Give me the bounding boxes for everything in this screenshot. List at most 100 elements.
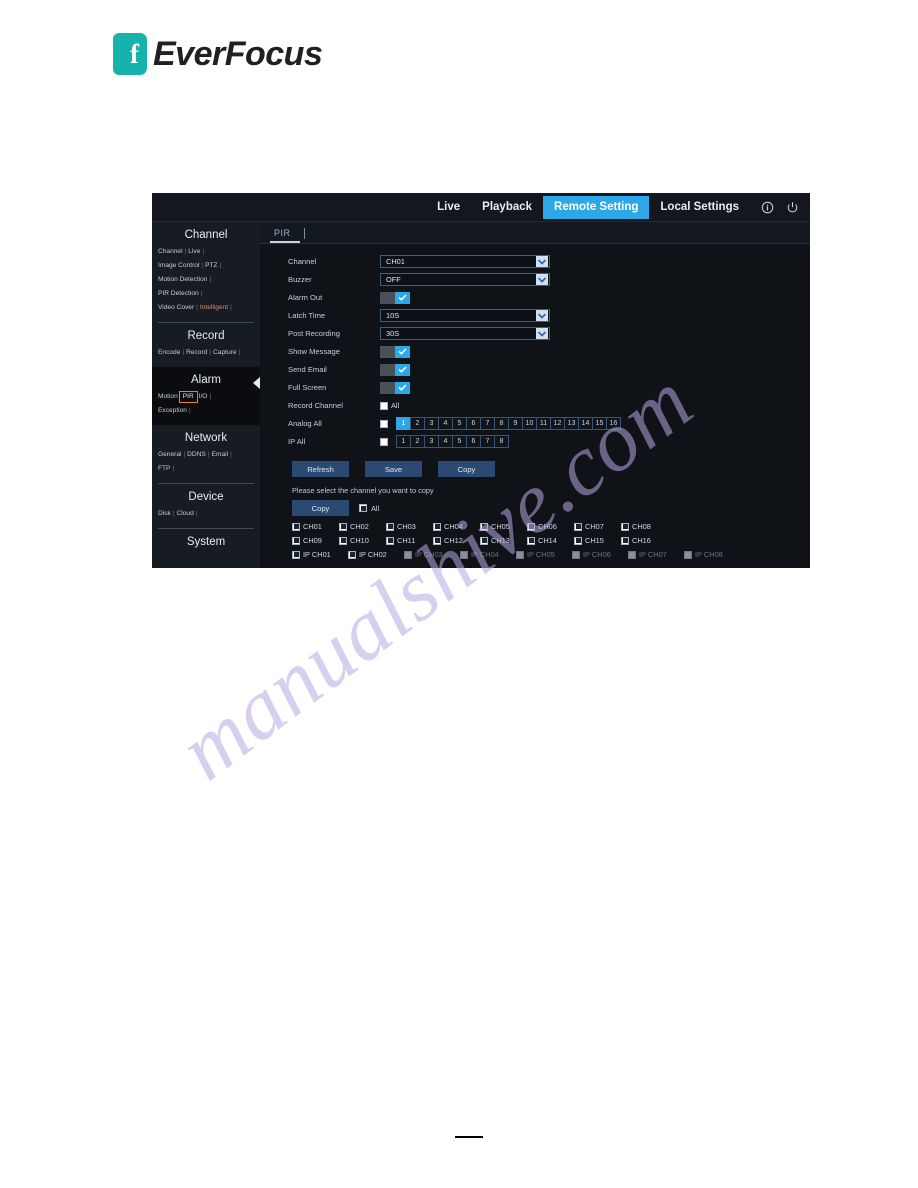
copy-channel-item[interactable]: CH06 bbox=[527, 522, 574, 531]
ip-channel-3[interactable]: 3 bbox=[424, 435, 439, 448]
copy-channel-item[interactable]: IP CH08 bbox=[684, 550, 740, 559]
copy-channel-checkbox[interactable] bbox=[527, 522, 535, 531]
sidebar-group-channel[interactable]: Channel Channel | Live | Image Control | PTZ |… bbox=[152, 222, 260, 323]
ip-channel-7[interactable]: 7 bbox=[480, 435, 495, 448]
copy-channel-checkbox[interactable] bbox=[480, 522, 488, 531]
sidebar-item-exception[interactable]: Exception bbox=[158, 407, 187, 414]
ip-channel-2[interactable]: 2 bbox=[410, 435, 425, 448]
copy-channel-item[interactable]: IP CH03 bbox=[404, 550, 460, 559]
copy-channel-checkbox[interactable] bbox=[292, 550, 300, 559]
copy-channel-checkbox[interactable] bbox=[480, 536, 488, 545]
copy-channel-item[interactable]: CH07 bbox=[574, 522, 621, 531]
analog-channel-4[interactable]: 4 bbox=[438, 417, 453, 430]
analog-channel-5[interactable]: 5 bbox=[452, 417, 467, 430]
copy-channel-checkbox[interactable] bbox=[621, 536, 629, 545]
analog-channel-11[interactable]: 11 bbox=[536, 417, 551, 430]
copy-channel-item[interactable]: IP CH04 bbox=[460, 550, 516, 559]
sidebar-item-image-control[interactable]: Image Control bbox=[158, 262, 199, 269]
alarm-out-toggle[interactable] bbox=[380, 291, 410, 304]
analog-channel-10[interactable]: 10 bbox=[522, 417, 537, 430]
power-icon[interactable] bbox=[784, 199, 800, 215]
refresh-button[interactable]: Refresh bbox=[292, 461, 349, 477]
copy-channel-checkbox[interactable] bbox=[574, 522, 582, 531]
sidebar-item-cloud[interactable]: Cloud bbox=[177, 510, 194, 517]
ip-channel-1[interactable]: 1 bbox=[396, 435, 411, 448]
sidebar-item-motion-detection[interactable]: Motion Detection bbox=[158, 276, 207, 283]
chevron-down-icon[interactable] bbox=[536, 274, 548, 285]
buzzer-select[interactable]: OFF bbox=[380, 273, 550, 286]
latch-time-select[interactable]: 10S bbox=[380, 309, 550, 322]
sidebar-group-record[interactable]: Record Encode | Record | Capture | bbox=[152, 323, 260, 367]
analog-channel-9[interactable]: 9 bbox=[508, 417, 523, 430]
sidebar-item-ptz[interactable]: PTZ bbox=[205, 262, 217, 269]
copy-channel-item[interactable]: IP CH01 bbox=[292, 550, 348, 559]
copy-channel-item[interactable]: CH08 bbox=[621, 522, 668, 531]
copy-channel-item[interactable]: CH04 bbox=[433, 522, 480, 531]
analog-channel-2[interactable]: 2 bbox=[410, 417, 425, 430]
copy-channel-checkbox[interactable] bbox=[433, 536, 441, 545]
header-tab-remote-setting[interactable]: Remote Setting bbox=[543, 195, 650, 219]
copy-channel-checkbox[interactable] bbox=[527, 536, 535, 545]
analog-channel-14[interactable]: 14 bbox=[578, 417, 593, 430]
sidebar-item-motion[interactable]: Motion bbox=[158, 393, 178, 400]
chevron-down-icon[interactable] bbox=[536, 328, 548, 339]
ip-channel-8[interactable]: 8 bbox=[494, 435, 509, 448]
copy-channel-checkbox[interactable] bbox=[386, 536, 394, 545]
copy-channel-checkbox[interactable] bbox=[386, 522, 394, 531]
ip-channel-6[interactable]: 6 bbox=[466, 435, 481, 448]
copy-channel-item[interactable]: IP CH02 bbox=[348, 550, 404, 559]
record-channel-all-checkbox[interactable] bbox=[380, 401, 388, 410]
sidebar-item-ddns[interactable]: DDNS bbox=[187, 451, 206, 458]
copy-channel-item[interactable]: CH10 bbox=[339, 536, 386, 545]
sidebar-item-live[interactable]: Live bbox=[188, 248, 200, 255]
chevron-down-icon[interactable] bbox=[536, 256, 548, 267]
sidebar-group-device[interactable]: Device Disk | Cloud | bbox=[152, 484, 260, 529]
analog-channel-7[interactable]: 7 bbox=[480, 417, 495, 430]
ip-all-checkbox[interactable] bbox=[380, 437, 388, 446]
analog-channel-16[interactable]: 16 bbox=[606, 417, 621, 430]
copy-channel-item[interactable]: IP CH07 bbox=[628, 550, 684, 559]
copy-channel-checkbox[interactable] bbox=[574, 536, 582, 545]
sidebar-group-system[interactable]: System bbox=[152, 529, 260, 552]
sidebar-item-general[interactable]: General bbox=[158, 451, 181, 458]
sidebar-item-pir[interactable]: PIR bbox=[178, 391, 198, 403]
header-tab-live[interactable]: Live bbox=[426, 196, 471, 219]
copy-apply-button[interactable]: Copy bbox=[292, 500, 349, 516]
copy-channel-item[interactable]: CH11 bbox=[386, 536, 433, 545]
copy-channel-checkbox[interactable] bbox=[348, 550, 356, 559]
copy-channel-item[interactable]: CH02 bbox=[339, 522, 386, 531]
copy-channel-checkbox[interactable] bbox=[339, 536, 347, 545]
copy-channel-item[interactable]: CH14 bbox=[527, 536, 574, 545]
info-icon[interactable] bbox=[759, 199, 775, 215]
send-email-toggle[interactable] bbox=[380, 363, 410, 376]
copy-channel-checkbox[interactable] bbox=[292, 536, 300, 545]
sidebar-item-channel[interactable]: Channel bbox=[158, 248, 183, 255]
sidebar-item-ftp[interactable]: FTP bbox=[158, 465, 170, 472]
copy-channel-item[interactable]: CH09 bbox=[292, 536, 339, 545]
sidebar-item-email[interactable]: Email bbox=[212, 451, 229, 458]
sidebar-item-capture[interactable]: Capture bbox=[213, 349, 236, 356]
copy-channel-item[interactable]: CH16 bbox=[621, 536, 668, 545]
copy-channel-checkbox[interactable] bbox=[339, 522, 347, 531]
copy-channel-item[interactable]: CH12 bbox=[433, 536, 480, 545]
copy-channel-item[interactable]: IP CH05 bbox=[516, 550, 572, 559]
save-button[interactable]: Save bbox=[365, 461, 422, 477]
post-recording-select[interactable]: 30S bbox=[380, 327, 550, 340]
sidebar-group-network[interactable]: Network General | DDNS | Email | FTP | bbox=[152, 425, 260, 484]
copy-channel-checkbox[interactable] bbox=[621, 522, 629, 531]
sidebar-item-intelligent[interactable]: Intelligent bbox=[200, 304, 228, 311]
sidebar-item-disk[interactable]: Disk bbox=[158, 510, 171, 517]
copy-channel-checkbox[interactable] bbox=[433, 522, 441, 531]
analog-all-checkbox[interactable] bbox=[380, 419, 388, 428]
sidebar-item-pir-detection[interactable]: PIR Detection bbox=[158, 290, 199, 297]
channel-select[interactable]: CH01 bbox=[380, 255, 550, 268]
copy-all-checkbox[interactable] bbox=[359, 504, 367, 512]
analog-channel-12[interactable]: 12 bbox=[550, 417, 565, 430]
analog-channel-15[interactable]: 15 bbox=[592, 417, 607, 430]
sidebar-item-record[interactable]: Record bbox=[186, 349, 207, 356]
copy-channel-item[interactable]: CH01 bbox=[292, 522, 339, 531]
analog-channel-3[interactable]: 3 bbox=[424, 417, 439, 430]
copy-channel-item[interactable]: IP CH06 bbox=[572, 550, 628, 559]
header-tab-local-settings[interactable]: Local Settings bbox=[649, 196, 750, 219]
copy-channel-item[interactable]: CH13 bbox=[480, 536, 527, 545]
